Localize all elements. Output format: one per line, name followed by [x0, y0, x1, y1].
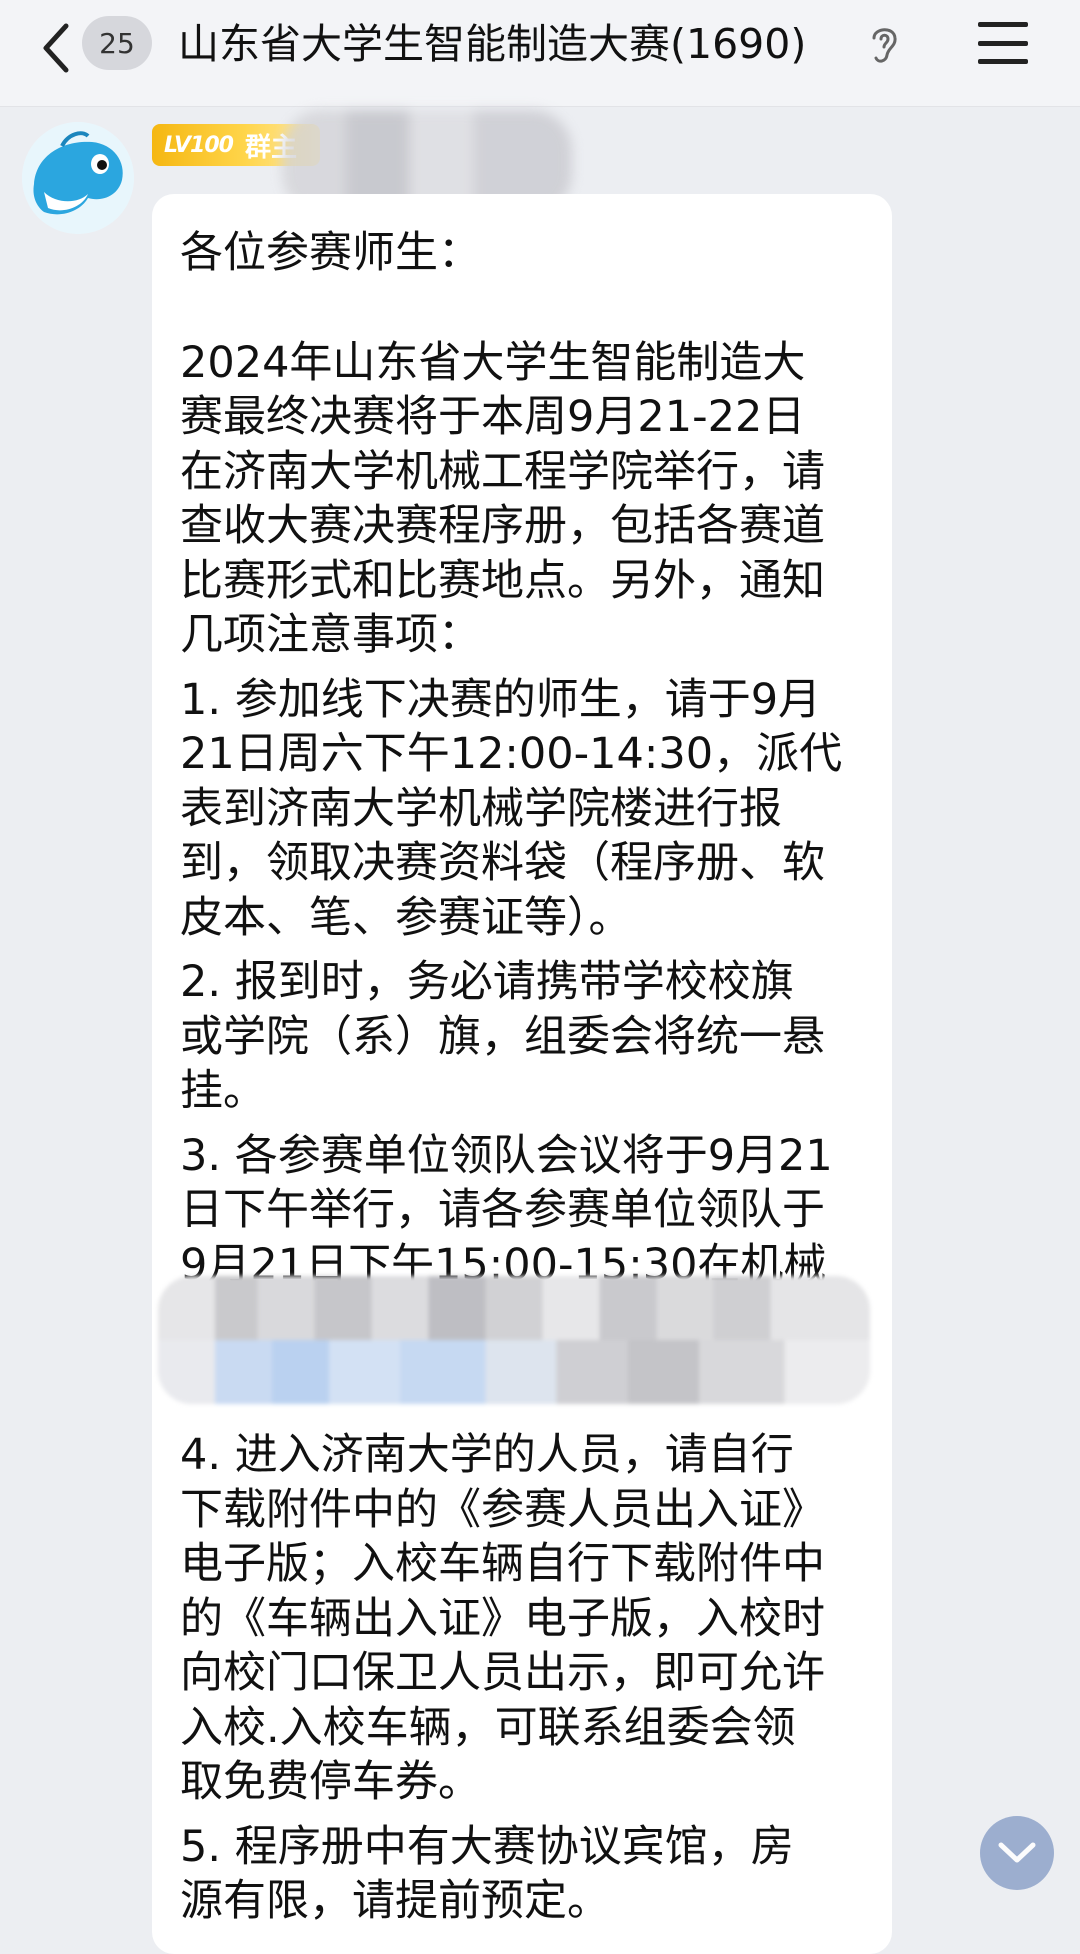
item-4-line: 取免费停车券。	[180, 1757, 481, 1807]
chevron-down-icon	[998, 1842, 1036, 1863]
intro-line: 在济南大学机械工程学院举行，请	[180, 446, 825, 497]
greeting-line: 各位参赛师生：	[180, 228, 481, 278]
redacted-text-region	[158, 1276, 870, 1404]
menu-icon	[978, 22, 1028, 27]
group-title: 山东省大学生智能制造大赛(1690)	[178, 20, 807, 68]
intro-line: 比赛形式和比赛地点。另外，通知	[180, 555, 825, 606]
chat-header: 25 山东省大学生智能制造大赛(1690)	[0, 0, 1080, 107]
scroll-to-bottom-button[interactable]	[980, 1816, 1054, 1890]
intro-line: 2024年山东省大学生智能制造大	[180, 337, 806, 388]
item-4-line: 向校门口保卫人员出示，即可允许	[180, 1648, 825, 1698]
level-label: LV100	[164, 132, 234, 158]
dolphin-avatar-icon	[22, 122, 134, 234]
item-4-line: 入校.入校车辆，可联系组委会领	[180, 1702, 796, 1753]
intro-line: 赛最终决赛将于本周9月21-22日	[180, 392, 806, 442]
back-button[interactable]	[34, 18, 78, 78]
item-4-line: 的《车辆出入证》电子版，入校时	[180, 1593, 825, 1644]
item-5-line: 5. 程序册中有大赛协议宾馆，房	[180, 1821, 794, 1872]
item-4-line: 4. 进入济南大学的人员，请自行	[180, 1430, 794, 1480]
back-arrow-icon	[43, 23, 69, 73]
item-3-line: 3. 各参赛单位领队会议将于9月21	[180, 1130, 833, 1181]
item-4-line: 电子版；入校车辆自行下载附件中	[180, 1539, 825, 1589]
intro-line: 查收大赛决赛程序册，包括各赛道	[180, 501, 825, 551]
item-1-line: 到，领取决赛资料袋（程序册、软	[180, 838, 825, 888]
message-text: 各位参赛师生： 2024年山东省大学生智能制造大 赛最终决赛将于本周9月21-2…	[180, 226, 870, 1929]
item-1-line: 皮本、笔、参赛证等）。	[180, 892, 632, 943]
item-1-line: 21日周六下午12:00-14:30，派代	[180, 729, 843, 779]
menu-button[interactable]	[978, 18, 1028, 68]
item-5-line: 源有限，请提前预定。	[180, 1876, 610, 1926]
ear-icon[interactable]	[866, 22, 902, 66]
item-1-line: 1. 参加线下决赛的师生，请于9月	[180, 674, 822, 725]
item-1-line: 表到济南大学机械学院楼进行报	[180, 783, 782, 834]
item-2-line: 或学院（系）旗，组委会将统一悬	[180, 1011, 825, 1062]
intro-line: 几项注意事项：	[180, 610, 481, 660]
item-3-line: 日下午举行，请各参赛单位领队于	[180, 1185, 825, 1235]
unread-count-badge[interactable]: 25	[82, 16, 152, 70]
sender-avatar[interactable]	[22, 122, 134, 234]
item-2-line: 挂。	[180, 1066, 266, 1116]
item-4-line: 下载附件中的《参赛人员出入证》	[180, 1484, 825, 1535]
item-2-line: 2. 报到时，务必请携带学校校旗	[180, 957, 794, 1007]
